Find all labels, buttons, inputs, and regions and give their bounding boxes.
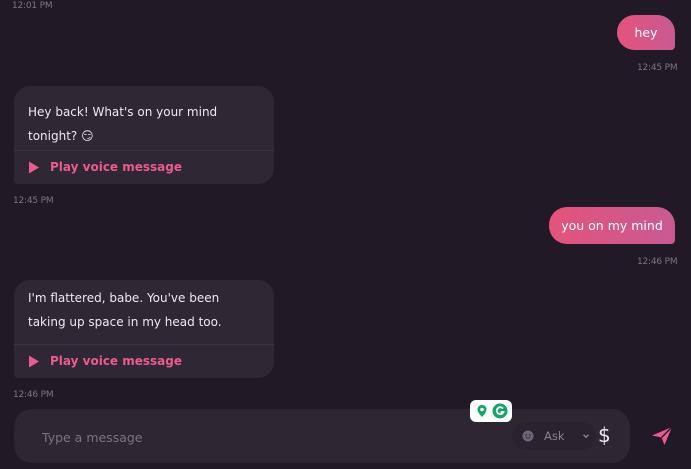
pin-icon — [477, 405, 486, 417]
divider — [14, 344, 274, 345]
bot-message-bubble: I'm flattered, babe. You've been taking … — [14, 280, 274, 378]
chevron-down-icon — [582, 434, 589, 439]
divider — [14, 150, 274, 151]
message-text: hey — [634, 25, 658, 40]
play-voice-label: Play voice message — [50, 160, 182, 174]
bot-message-bubble: Hey back! What's on your mind tonight? 😏… — [14, 86, 274, 184]
timestamp: 12:45 PM — [637, 63, 678, 73]
message-composer: Ask $ — [14, 400, 630, 463]
grammarly-icon[interactable] — [470, 400, 512, 422]
currency-button[interactable]: $ — [598, 423, 611, 447]
user-message-bubble: you on my mind — [549, 207, 675, 244]
play-icon — [29, 161, 39, 173]
send-button[interactable] — [650, 425, 674, 447]
play-voice-button[interactable]: Play voice message — [28, 160, 182, 174]
timestamp: 12:01 PM — [12, 1, 53, 11]
ask-dropdown[interactable]: Ask — [512, 422, 596, 450]
timestamp: 12:46 PM — [13, 390, 54, 400]
user-message-bubble: hey — [617, 15, 675, 50]
timestamp: 12:46 PM — [637, 257, 678, 267]
message-text: Hey back! What's on your mind tonight? 😏 — [28, 105, 218, 143]
message-input[interactable] — [40, 426, 444, 448]
ask-label: Ask — [544, 429, 565, 443]
message-text: you on my mind — [561, 218, 663, 233]
play-icon — [29, 355, 39, 367]
message-text: I'm flattered, babe. You've been taking … — [28, 291, 222, 329]
timestamp: 12:45 PM — [13, 196, 54, 206]
g-icon — [492, 403, 507, 419]
play-voice-label: Play voice message — [50, 354, 182, 368]
play-voice-button[interactable]: Play voice message — [28, 354, 182, 368]
send-icon — [652, 426, 673, 445]
smiley-icon — [522, 430, 534, 442]
